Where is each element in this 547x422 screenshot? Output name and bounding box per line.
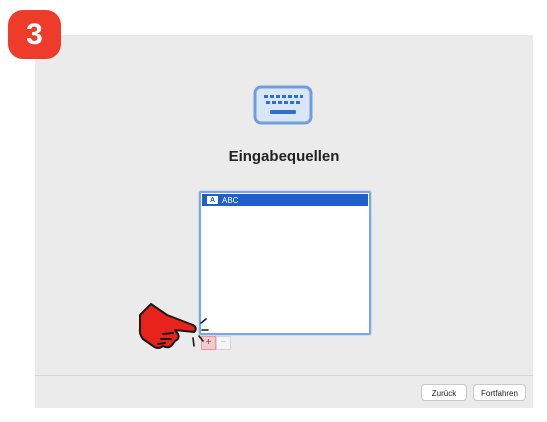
continue-button[interactable]: Fortfahren [473,384,526,401]
input-source-list[interactable]: A ABC [199,191,371,335]
step-badge: 3 [8,10,61,59]
page-title: Eingabequellen [228,148,340,165]
footer-divider [35,375,533,376]
input-source-flag: A [207,196,218,204]
keyboard-icon [253,85,313,125]
input-source-label: ABC [222,195,239,205]
list-item[interactable]: A ABC [202,194,368,206]
setup-window: Eingabequellen A ABC + − Zurück Fortfahr… [35,35,533,408]
remove-source-button[interactable]: − [216,336,231,350]
back-button[interactable]: Zurück [421,384,467,401]
pointing-hand-icon [138,303,209,349]
